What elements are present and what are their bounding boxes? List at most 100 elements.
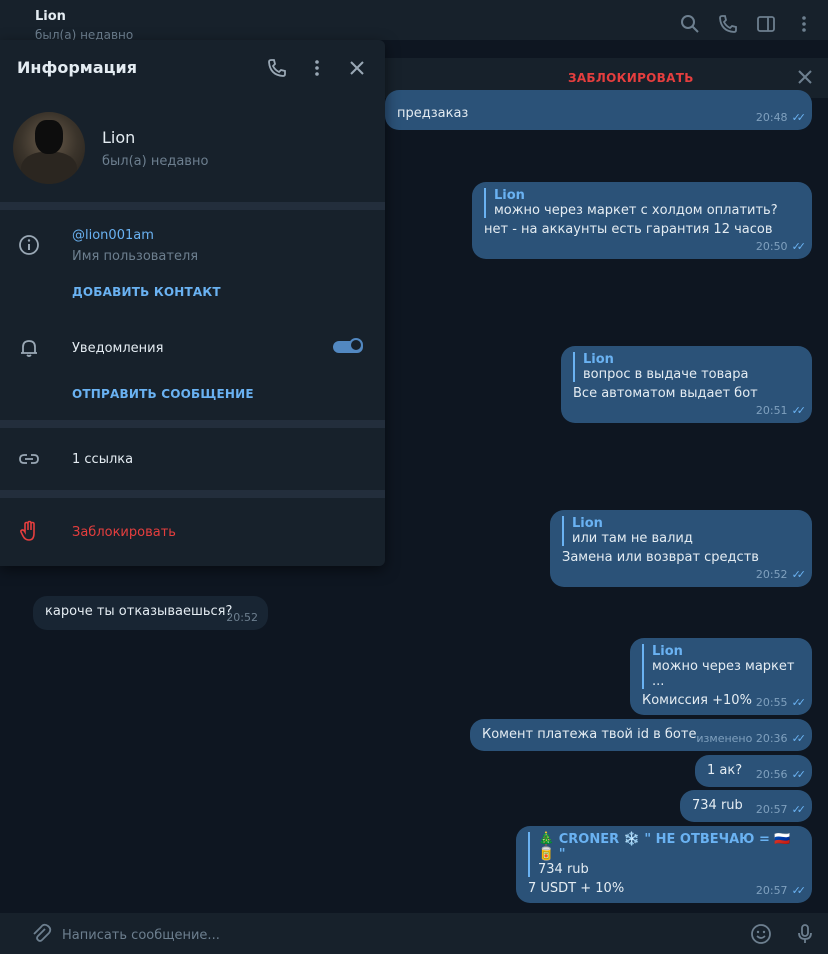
message-meta: 20:52 ✓✓ xyxy=(755,568,807,581)
username-link[interactable]: @lion001am xyxy=(72,228,154,243)
message-bubble[interactable]: Комент платежа твой id в боте изменено 2… xyxy=(470,719,812,751)
notifications-toggle[interactable] xyxy=(333,338,363,356)
bell-icon xyxy=(18,337,40,359)
section-divider xyxy=(0,202,385,210)
message-meta: 20:55 ✓✓ xyxy=(755,696,807,709)
reply-quote[interactable]: 🎄 CRONER ❄️ " НЕ ОТВЕЧАЮ = 🇷🇺 🥫 " 734 ru… xyxy=(528,832,800,877)
quote-text: можно через маркет ... xyxy=(652,659,795,689)
message-time: 20:52 xyxy=(755,568,788,581)
message-bubble[interactable]: предзаказ 20:48 ✓✓ xyxy=(385,90,812,130)
message-bubble[interactable]: кароче ты отказываешься? 20:52 xyxy=(33,596,268,630)
message-text: Замена или возврат средств xyxy=(562,550,759,565)
emoji-icon[interactable] xyxy=(750,923,772,945)
message-bubble[interactable]: 734 rub 20:57 ✓✓ xyxy=(680,790,812,822)
more-icon[interactable] xyxy=(794,14,814,34)
message-text: кароче ты отказываешься? xyxy=(45,604,233,619)
more-icon[interactable] xyxy=(307,58,327,78)
message-time: 20:51 xyxy=(755,404,788,417)
quote-author: Lion xyxy=(652,644,683,659)
block-user-link[interactable]: ЗАБЛОКИРОВАТЬ xyxy=(568,71,694,85)
message-bubble[interactable]: Lion или там не валид Замена или возврат… xyxy=(550,510,812,587)
read-ticks-icon: ✓✓ xyxy=(791,732,807,745)
section-divider xyxy=(0,490,385,498)
reply-quote[interactable]: Lion вопрос в выдаче товара xyxy=(573,352,800,382)
message-meta: 20:51 ✓✓ xyxy=(755,404,807,417)
reply-quote[interactable]: Lion можно через маркет с холдом оплатит… xyxy=(484,188,800,218)
quote-text: можно через маркет с холдом оплатить? xyxy=(494,203,778,218)
message-time: 20:57 xyxy=(755,884,788,897)
profile-status: был(а) недавно xyxy=(102,154,209,169)
search-icon[interactable] xyxy=(680,14,700,34)
quote-author: Lion xyxy=(583,352,614,367)
shared-links-item[interactable]: 1 ссылка xyxy=(72,452,133,467)
message-bubble[interactable]: Lion вопрос в выдаче товара Все автомато… xyxy=(561,346,812,423)
quote-text: вопрос в выдаче товара xyxy=(583,367,749,382)
quote-text: 734 rub xyxy=(538,862,589,877)
message-meta: 20:56 ✓✓ xyxy=(755,768,807,781)
message-meta: 20:52 xyxy=(226,611,258,624)
message-text: предзаказ xyxy=(397,106,469,121)
message-meta: 20:57 ✓✓ xyxy=(755,884,807,897)
block-user-button[interactable]: Заблокировать xyxy=(72,525,176,540)
message-composer xyxy=(0,913,828,954)
profile-name: Lion xyxy=(102,128,136,147)
message-meta: изменено 20:36 ✓✓ xyxy=(696,732,807,745)
info-panel: Информация Lion был(а) недавно @lion001a… xyxy=(0,40,385,566)
message-meta: 20:48 ✓✓ xyxy=(755,111,807,124)
username-label: Имя пользователя xyxy=(72,249,199,264)
chat-title[interactable]: Lion xyxy=(35,9,66,24)
hand-icon xyxy=(18,520,40,542)
read-ticks-icon: ✓✓ xyxy=(791,696,807,709)
message-time: 20:57 xyxy=(755,803,788,816)
quote-author: Lion xyxy=(572,516,603,531)
notifications-label: Уведомления xyxy=(72,341,164,356)
link-icon xyxy=(18,448,40,470)
info-panel-header: Информация xyxy=(0,40,385,96)
mic-icon[interactable] xyxy=(794,923,816,945)
read-ticks-icon: ✓✓ xyxy=(791,884,807,897)
attach-icon[interactable] xyxy=(30,923,52,945)
header-actions xyxy=(680,14,814,34)
read-ticks-icon: ✓✓ xyxy=(791,803,807,816)
message-time: 20:56 xyxy=(755,768,788,781)
sidebar-icon[interactable] xyxy=(756,14,776,34)
toggle-knob xyxy=(349,338,363,352)
phone-icon[interactable] xyxy=(267,58,287,78)
section-divider xyxy=(0,420,385,428)
read-ticks-icon: ✓✓ xyxy=(791,768,807,781)
message-text: Все автоматом выдает бот xyxy=(573,386,758,401)
reply-quote[interactable]: Lion можно через маркет ... xyxy=(642,644,800,689)
close-icon[interactable] xyxy=(796,68,814,86)
message-time: изменено 20:36 xyxy=(696,732,788,745)
info-panel-title: Информация xyxy=(17,58,137,77)
close-icon[interactable] xyxy=(347,58,367,78)
message-bubble[interactable]: Lion можно через маркет ... Комиссия +10… xyxy=(630,638,812,715)
avatar[interactable] xyxy=(13,112,85,184)
message-time: 20:55 xyxy=(755,696,788,709)
message-time: 20:48 xyxy=(755,111,788,124)
message-time: 20:52 xyxy=(226,611,258,624)
read-ticks-icon: ✓✓ xyxy=(791,111,807,124)
message-bubble[interactable]: 1 ак? 20:56 ✓✓ xyxy=(695,755,812,787)
read-ticks-icon: ✓✓ xyxy=(791,240,807,253)
phone-icon[interactable] xyxy=(718,14,738,34)
avatar-face xyxy=(35,120,63,154)
quote-author: 🎄 CRONER ❄️ " НЕ ОТВЕЧАЮ = 🇷🇺 🥫 " xyxy=(538,832,791,862)
reply-quote[interactable]: Lion или там не валид xyxy=(562,516,800,546)
send-message-button[interactable]: ОТПРАВИТЬ СООБЩЕНИЕ xyxy=(72,387,254,401)
quote-text: или там не валид xyxy=(572,531,693,546)
message-bubble[interactable]: Lion можно через маркет с холдом оплатит… xyxy=(472,182,812,259)
info-icon xyxy=(18,234,40,256)
quote-author: Lion xyxy=(494,188,525,203)
message-time: 20:50 xyxy=(755,240,788,253)
message-bubble[interactable]: 🎄 CRONER ❄️ " НЕ ОТВЕЧАЮ = 🇷🇺 🥫 " 734 ru… xyxy=(516,826,812,903)
read-ticks-icon: ✓✓ xyxy=(791,568,807,581)
avatar-body xyxy=(21,152,77,184)
message-meta: 20:57 ✓✓ xyxy=(755,803,807,816)
message-meta: 20:50 ✓✓ xyxy=(755,240,807,253)
read-ticks-icon: ✓✓ xyxy=(791,404,807,417)
chat-header: Lion был(а) недавно xyxy=(0,0,828,42)
message-input[interactable] xyxy=(60,923,724,947)
add-contact-button[interactable]: ДОБАВИТЬ КОНТАКТ xyxy=(72,285,221,299)
message-text: нет - на аккаунты есть гарантия 12 часов xyxy=(484,222,773,237)
